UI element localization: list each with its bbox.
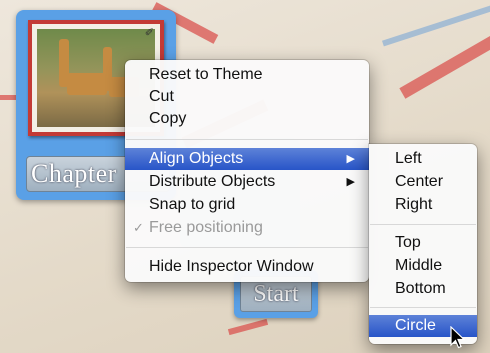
- submenu-item-label: Top: [395, 234, 421, 251]
- submenu-arrow-icon: ▶: [346, 176, 355, 188]
- connector-line: [399, 33, 490, 99]
- context-menu: Reset to Theme Cut Copy Align Objects ▶ …: [125, 60, 369, 282]
- menu-item-snap-to-grid[interactable]: Snap to grid: [125, 194, 369, 216]
- connector-line: [382, 3, 490, 47]
- align-objects-submenu: Left Center Right Top Middle Bottom Circ…: [369, 144, 477, 344]
- menu-separator: [370, 307, 476, 308]
- arrow-cursor-icon: [450, 326, 466, 349]
- submenu-arrow-icon: ▶: [346, 153, 355, 165]
- menu-separator: [126, 139, 368, 140]
- menu-item-label: Copy: [149, 110, 187, 127]
- connector-line: [227, 318, 269, 336]
- menu-item-label: Align Objects: [149, 150, 244, 167]
- submenu-item-top[interactable]: Top: [369, 232, 477, 254]
- menu-item-free-positioning: ✓ Free positioning: [125, 217, 369, 239]
- submenu-item-label: Middle: [395, 257, 443, 274]
- menu-separator: [370, 224, 476, 225]
- submenu-item-label: Bottom: [395, 280, 446, 297]
- menu-item-label: Distribute Objects: [149, 173, 276, 190]
- submenu-item-label: Center: [395, 173, 444, 190]
- giraffe-body: [67, 73, 107, 95]
- submenu-item-bottom[interactable]: Bottom: [369, 278, 477, 300]
- menu-item-align-objects[interactable]: Align Objects ▶: [125, 148, 369, 170]
- menu-separator: [126, 247, 368, 248]
- submenu-item-label: Circle: [395, 317, 436, 334]
- checkmark-icon: ✓: [133, 220, 144, 235]
- submenu-item-right[interactable]: Right: [369, 194, 477, 216]
- submenu-item-label: Right: [395, 196, 433, 213]
- pushpin-icon[interactable]: ✐: [145, 26, 154, 39]
- menu-item-label: Free positioning: [149, 219, 263, 236]
- submenu-item-middle[interactable]: Middle: [369, 255, 477, 277]
- menu-item-cut[interactable]: Cut: [125, 86, 369, 108]
- menu-item-copy[interactable]: Copy: [125, 108, 369, 130]
- menu-item-label: Snap to grid: [149, 196, 236, 213]
- menu-item-label: Hide Inspector Window: [149, 258, 314, 275]
- submenu-item-label: Left: [395, 150, 422, 167]
- menu-item-label: Reset to Theme: [149, 66, 263, 83]
- submenu-item-center[interactable]: Center: [369, 171, 477, 193]
- menu-item-reset-to-theme[interactable]: Reset to Theme: [125, 64, 369, 86]
- menu-item-hide-inspector-window[interactable]: Hide Inspector Window: [125, 256, 369, 278]
- menu-item-label: Cut: [149, 88, 174, 105]
- submenu-item-left[interactable]: Left: [369, 148, 477, 170]
- menu-item-distribute-objects[interactable]: Distribute Objects ▶: [125, 171, 369, 193]
